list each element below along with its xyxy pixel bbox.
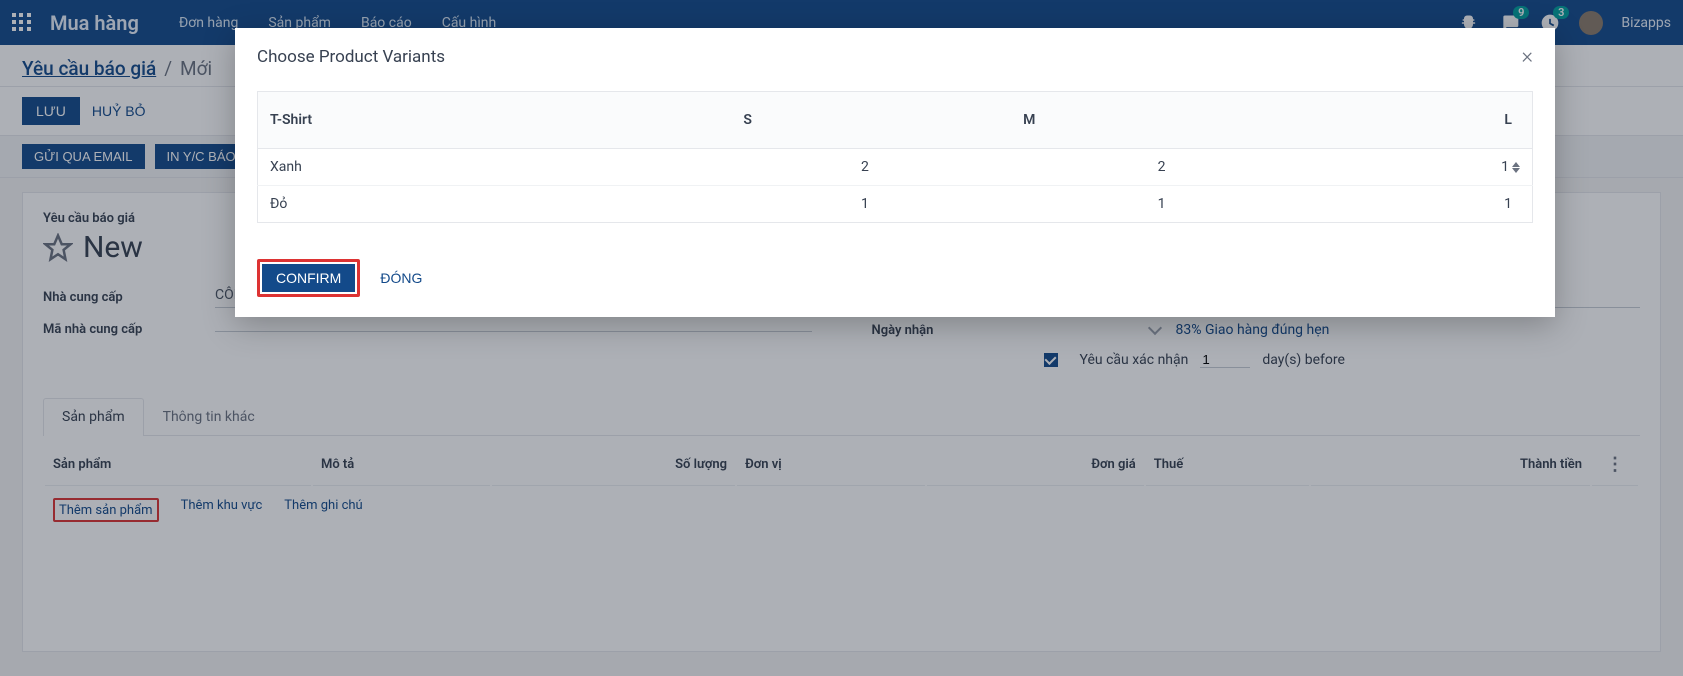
modal-header: Choose Product Variants × [235,28,1555,77]
variant-col-s: S [615,92,881,149]
variant-row: Đỏ 1 1 1 [258,186,1533,223]
variant-cell[interactable]: 1 [1178,186,1533,223]
stepper-down-icon[interactable] [1512,168,1520,173]
confirm-highlight: CONFIRM [257,259,360,297]
variant-cell[interactable]: 1 [881,186,1178,223]
variant-cell-value: 1 [1501,159,1509,175]
close-button[interactable]: ĐÓNG [380,270,422,286]
variant-cell[interactable]: 1 [615,186,881,223]
variant-cell-active[interactable]: 1 [1178,149,1533,186]
confirm-button[interactable]: CONFIRM [262,264,355,292]
variant-modal: Choose Product Variants × T-Shirt S M L … [235,28,1555,317]
modal-title: Choose Product Variants [257,47,445,67]
variant-corner-label: T-Shirt [258,92,615,149]
variant-col-l: L [1178,92,1533,149]
variant-row-name: Xanh [258,149,615,186]
variant-row: Xanh 2 2 1 [258,149,1533,186]
variant-table: T-Shirt S M L Xanh 2 2 1 [257,91,1533,223]
close-icon[interactable]: × [1521,44,1533,69]
variant-cell[interactable]: 2 [881,149,1178,186]
modal-footer: CONFIRM ĐÓNG [235,245,1555,317]
variant-cell[interactable]: 2 [615,149,881,186]
modal-body: T-Shirt S M L Xanh 2 2 1 [235,77,1555,245]
variant-row-name: Đỏ [258,186,615,223]
stepper-up-icon[interactable] [1512,162,1520,167]
variant-col-m: M [881,92,1178,149]
